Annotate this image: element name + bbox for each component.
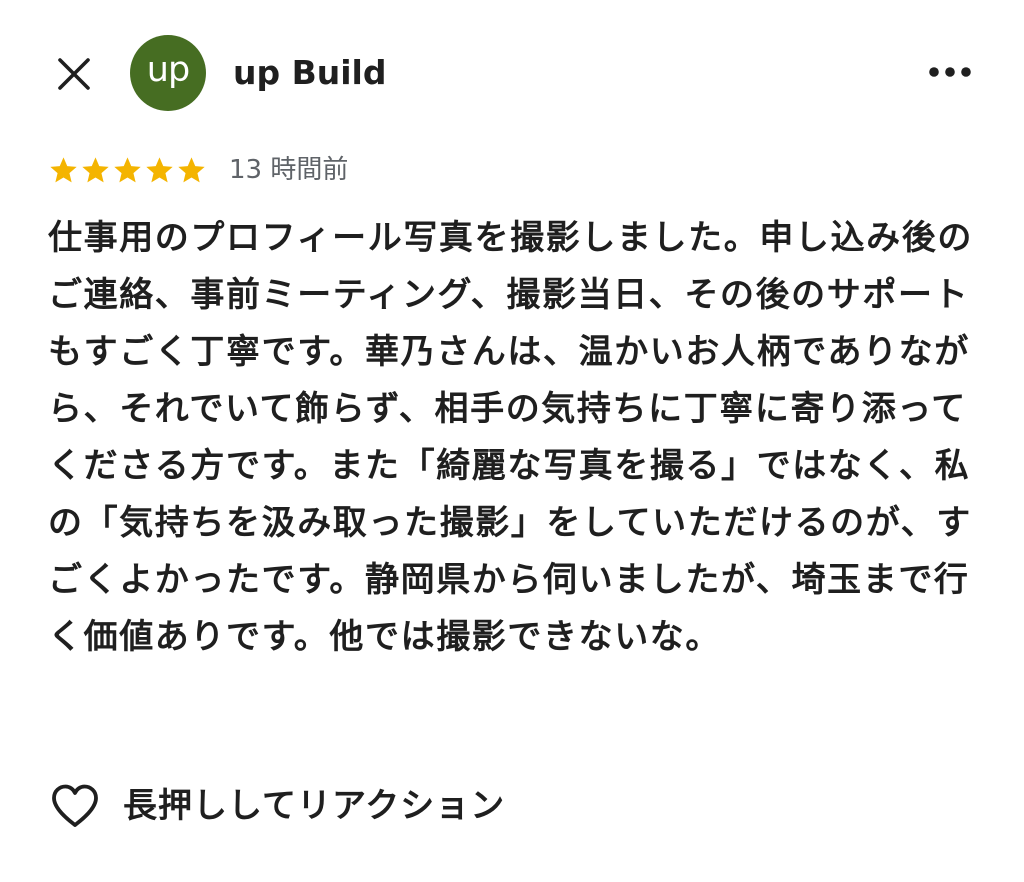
review-text: 仕事用のプロフィール写真を撮影しました。申し込み後のご連絡、事前ミーティング、撮…	[48, 218, 973, 657]
reaction-label: 長押ししてリアクション	[123, 786, 506, 826]
star-icon	[82, 156, 109, 182]
reaction-button[interactable]: 長押ししてリアクション	[50, 776, 505, 836]
business-name[interactable]: up Build	[233, 52, 387, 94]
more-options-button[interactable]	[918, 50, 982, 94]
review-time: 13 時間前	[229, 155, 349, 185]
avatar-text: up	[146, 49, 190, 90]
star-rating	[48, 155, 207, 186]
more-horizontal-icon	[929, 67, 971, 77]
star-icon	[50, 156, 77, 182]
star-icon	[178, 156, 205, 182]
star-icon	[146, 156, 173, 182]
rating-row: 13 時間前	[48, 150, 348, 190]
review-detail-screen: up up Build 13 時間前 仕事用のプロフィール写真を撮影しました。申…	[0, 0, 1024, 882]
review-header: up up Build	[0, 0, 1024, 150]
star-icon	[114, 156, 141, 182]
heart-outline-icon	[52, 784, 98, 827]
close-icon	[58, 58, 90, 90]
close-button[interactable]	[48, 48, 100, 100]
avatar[interactable]: up	[130, 35, 206, 111]
